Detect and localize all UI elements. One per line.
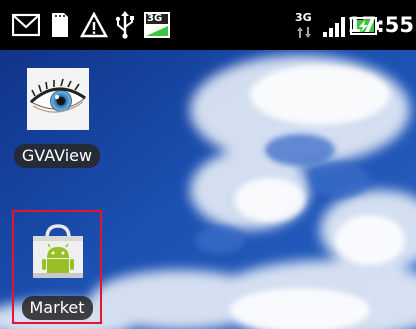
status-bar[interactable]: 3G 3G 17:55 (0, 0, 416, 50)
sd-card-icon (52, 13, 68, 37)
usb-icon (115, 11, 134, 39)
status-clock: 17:55 (347, 13, 414, 37)
3g-data-icon: 3G (295, 12, 315, 40)
signal-icon (323, 17, 345, 37)
app-label: GVAView (9, 144, 105, 168)
gvaview-label: GVAView (13, 144, 101, 168)
3g-notification-icon: 3G (144, 12, 170, 38)
eye-icon (27, 68, 89, 130)
3g-data-label: 3G (295, 11, 312, 24)
gmail-icon (12, 13, 40, 37)
highlight-box (12, 210, 102, 324)
3g-label: 3G (147, 13, 163, 24)
app-gvaview[interactable]: GVAView (9, 68, 105, 168)
warning-icon (80, 12, 108, 38)
